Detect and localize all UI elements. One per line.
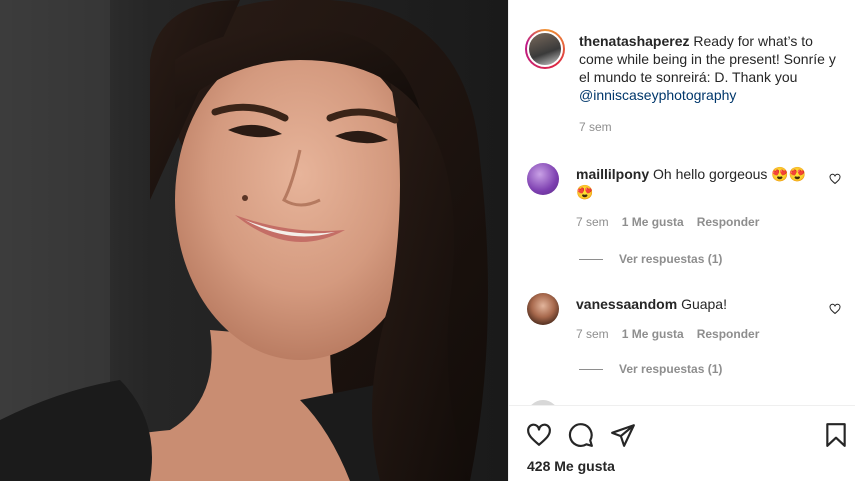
post-side-panel: thenatashaperez Ready for what’s to come… bbox=[508, 0, 855, 481]
replies-divider bbox=[579, 368, 603, 370]
heart-icon[interactable] bbox=[526, 422, 552, 448]
comment-item: maillilpony Oh hello gorgeous 😍😍😍 7 sem … bbox=[527, 163, 847, 229]
caption-author-link[interactable]: thenatashaperez bbox=[579, 33, 689, 49]
caption-row: thenatashaperez Ready for what’s to come… bbox=[525, 29, 847, 134]
author-avatar[interactable] bbox=[525, 29, 565, 69]
comments-scroll-area[interactable]: thenatashaperez Ready for what’s to come… bbox=[509, 0, 855, 405]
comment-item: vanessaandom Guapa! 7 sem 1 Me gusta Res… bbox=[527, 293, 847, 341]
post-actions-bar: 428 Me gusta bbox=[509, 405, 855, 481]
caption-time[interactable]: 7 sem bbox=[579, 120, 612, 134]
comment-heart-icon[interactable] bbox=[829, 173, 841, 185]
caption-mention-link[interactable]: @inniscaseyphotography bbox=[579, 87, 736, 103]
post-photo[interactable] bbox=[0, 0, 508, 481]
comment-time[interactable]: 7 sem bbox=[576, 327, 609, 341]
paper-plane-icon[interactable] bbox=[610, 422, 636, 448]
commenter-avatar[interactable] bbox=[527, 293, 559, 325]
comment-reply-button[interactable]: Responder bbox=[697, 215, 760, 229]
caption-text: thenatashaperez Ready for what’s to come… bbox=[579, 32, 847, 104]
view-replies-label: Ver respuestas (1) bbox=[619, 362, 723, 376]
comment-meta: 7 sem 1 Me gusta Responder bbox=[576, 327, 816, 341]
view-replies-button[interactable]: Ver respuestas (1) bbox=[579, 252, 722, 266]
replies-divider bbox=[579, 258, 603, 260]
comment-meta: 7 sem 1 Me gusta Responder bbox=[576, 215, 816, 229]
view-replies-label: Ver respuestas (1) bbox=[619, 252, 723, 266]
comment-user-link[interactable]: maillilpony bbox=[576, 166, 649, 182]
comment-text: maillilpony Oh hello gorgeous 😍😍😍 bbox=[576, 165, 816, 201]
caption-meta: 7 sem bbox=[579, 120, 847, 134]
comment-body: Guapa! bbox=[681, 296, 727, 312]
comment-user-link[interactable]: vanessaandom bbox=[576, 296, 677, 312]
comment-heart-icon[interactable] bbox=[829, 303, 841, 315]
comment-body: Oh hello gorgeous bbox=[653, 166, 768, 182]
comment-time[interactable]: 7 sem bbox=[576, 215, 609, 229]
comment-likes[interactable]: 1 Me gusta bbox=[622, 327, 684, 341]
comment-text: vanessaandom Guapa! bbox=[576, 295, 816, 313]
commenter-avatar[interactable] bbox=[527, 163, 559, 195]
comment-reply-button[interactable]: Responder bbox=[697, 327, 760, 341]
comment-likes[interactable]: 1 Me gusta bbox=[622, 215, 684, 229]
bookmark-icon[interactable] bbox=[823, 422, 849, 448]
view-replies-button[interactable]: Ver respuestas (1) bbox=[579, 362, 722, 376]
comment-icon[interactable] bbox=[568, 422, 594, 448]
likes-count[interactable]: 428 Me gusta bbox=[527, 458, 615, 474]
portrait-image bbox=[0, 0, 508, 481]
